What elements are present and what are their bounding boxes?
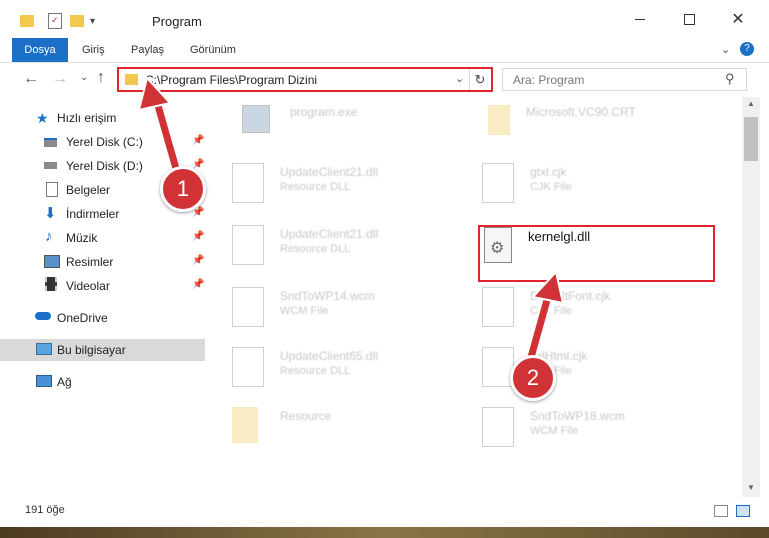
- arrow-to-address-bar: [137, 75, 183, 178]
- desktop-background: [0, 527, 769, 538]
- step-2-badge: 2: [510, 355, 556, 401]
- step-1-badge: 1: [160, 166, 206, 212]
- arrow-to-kernelgl: [522, 269, 565, 374]
- explorer-window: ✓ ▾ Program ✕ Dosya Giriş Paylaş Görünüm…: [0, 0, 769, 527]
- annotation-arrows: [137, 75, 565, 374]
